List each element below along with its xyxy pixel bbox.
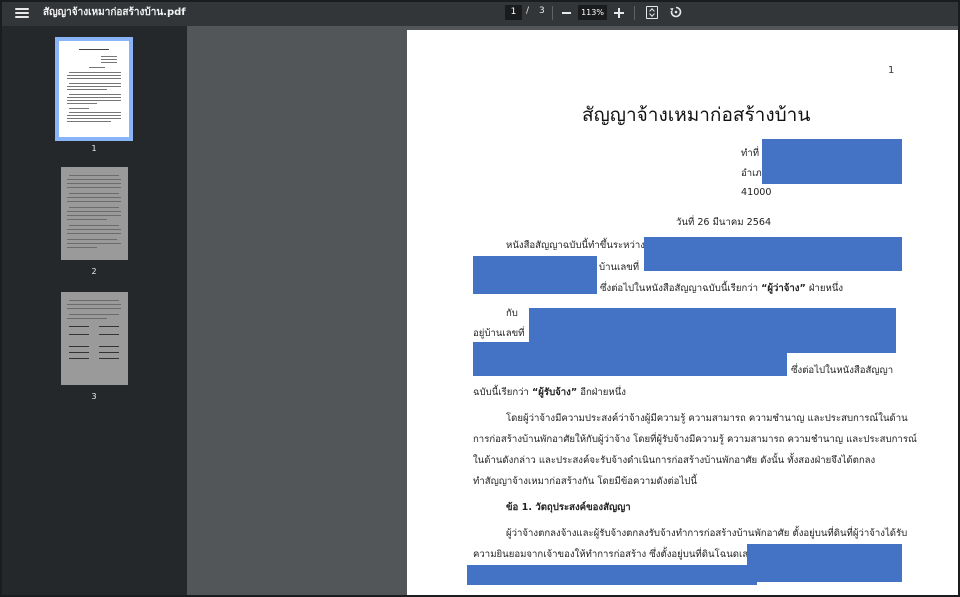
page-thumbnail-2[interactable] bbox=[61, 167, 128, 260]
redaction-block bbox=[762, 139, 902, 184]
paragraph-line: ผู้ว่าจ้างตกลงจ้างและผู้รับจ้างตกลงรับจ้… bbox=[506, 528, 908, 539]
toolbar-divider bbox=[552, 6, 553, 20]
zoom-out-icon[interactable] bbox=[562, 12, 571, 14]
paragraph-line: โดยผู้ว่าจ้างมีความประสงค์ว่าจ้างผู้มีคว… bbox=[506, 413, 908, 424]
fit-to-page-icon[interactable] bbox=[646, 6, 658, 19]
thumbnail-label: 1 bbox=[91, 144, 97, 153]
paragraph-line: การก่อสร้างบ้านพักอาศัยให้กับผู้ว่าจ้าง … bbox=[473, 434, 917, 445]
toolbar: สัญญาจ้างเหมาก่อสร้างบ้าน.pdf 1 / 3 113% bbox=[0, 0, 960, 26]
date-line: วันที่ 26 มีนาคม 2564 bbox=[676, 217, 772, 228]
paragraph-line: บ้านเลขที่ bbox=[599, 262, 640, 273]
page-separator: / bbox=[526, 6, 530, 16]
rotate-icon[interactable] bbox=[669, 5, 683, 19]
redaction-block bbox=[473, 256, 597, 294]
menu-icon[interactable] bbox=[14, 5, 30, 21]
thumbnail-sidebar: 1 2 3 bbox=[0, 26, 187, 597]
pdf-viewer-app: สัญญาจ้างเหมาก่อสร้างบ้าน.pdf 1 / 3 113% bbox=[0, 0, 960, 597]
address-line: ทำที่ bbox=[741, 148, 760, 159]
page-thumbnail-1[interactable] bbox=[55, 37, 133, 141]
zoom-in-icon[interactable] bbox=[614, 8, 624, 18]
paragraph-line: หนังสือสัญญาฉบับนี้ทำขึ้นระหว่าง bbox=[506, 240, 645, 251]
pdf-page: 1 สัญญาจ้างเหมาก่อสร้างบ้าน ทำที่ อำเภ 4… bbox=[407, 30, 960, 597]
current-page-input[interactable]: 1 bbox=[505, 5, 522, 20]
redaction-block bbox=[467, 565, 757, 585]
thumbnail-label: 2 bbox=[91, 267, 97, 276]
total-pages: 3 bbox=[539, 6, 545, 16]
paragraph-line: ในด้านดังกล่าว และประสงค์จะรับจ้างดำเนิน… bbox=[473, 455, 876, 466]
paragraph-line: อยู่บ้านเลขที่ bbox=[473, 328, 525, 339]
document-viewer[interactable]: 1 สัญญาจ้างเหมาก่อสร้างบ้าน ทำที่ อำเภ 4… bbox=[187, 26, 960, 597]
file-title: สัญญาจ้างเหมาก่อสร้างบ้าน.pdf bbox=[43, 7, 186, 18]
address-line: อำเภ bbox=[741, 168, 762, 179]
thumbnail-label: 3 bbox=[91, 392, 97, 401]
paragraph-line: ซึ่งต่อไปในหนังสือสัญญา bbox=[791, 365, 894, 376]
paragraph-line: ฉบับนี้เรียกว่า “ผู้รับจ้าง” อีกฝ่ายหนึ่… bbox=[473, 387, 626, 398]
toolbar-divider bbox=[634, 6, 635, 20]
address-line: 41000 bbox=[741, 187, 772, 198]
document-title: สัญญาจ้างเหมาก่อสร้างบ้าน bbox=[582, 104, 811, 126]
paragraph-line: ความยินยอมจากเจ้าของให้ทำการก่อสร้าง ซึ่… bbox=[473, 549, 762, 560]
paragraph-line: กับ bbox=[506, 308, 518, 319]
page-number: 1 bbox=[888, 65, 895, 76]
redaction-block bbox=[473, 342, 787, 376]
paragraph-line: ซึ่งต่อไปในหนังสือสัญญาฉบับนี้เรียกว่า “… bbox=[600, 283, 844, 294]
paragraph-line: ทำสัญญาจ้างเหมาก่อสร้างกัน โดยมีข้อความด… bbox=[473, 476, 697, 487]
page-thumbnail-3[interactable] bbox=[61, 292, 128, 385]
redaction-block bbox=[747, 544, 902, 582]
zoom-level-input[interactable]: 113% bbox=[578, 5, 607, 20]
redaction-block bbox=[644, 237, 902, 271]
section-heading: ข้อ 1. วัตถุประสงค์ของสัญญา bbox=[506, 502, 631, 513]
